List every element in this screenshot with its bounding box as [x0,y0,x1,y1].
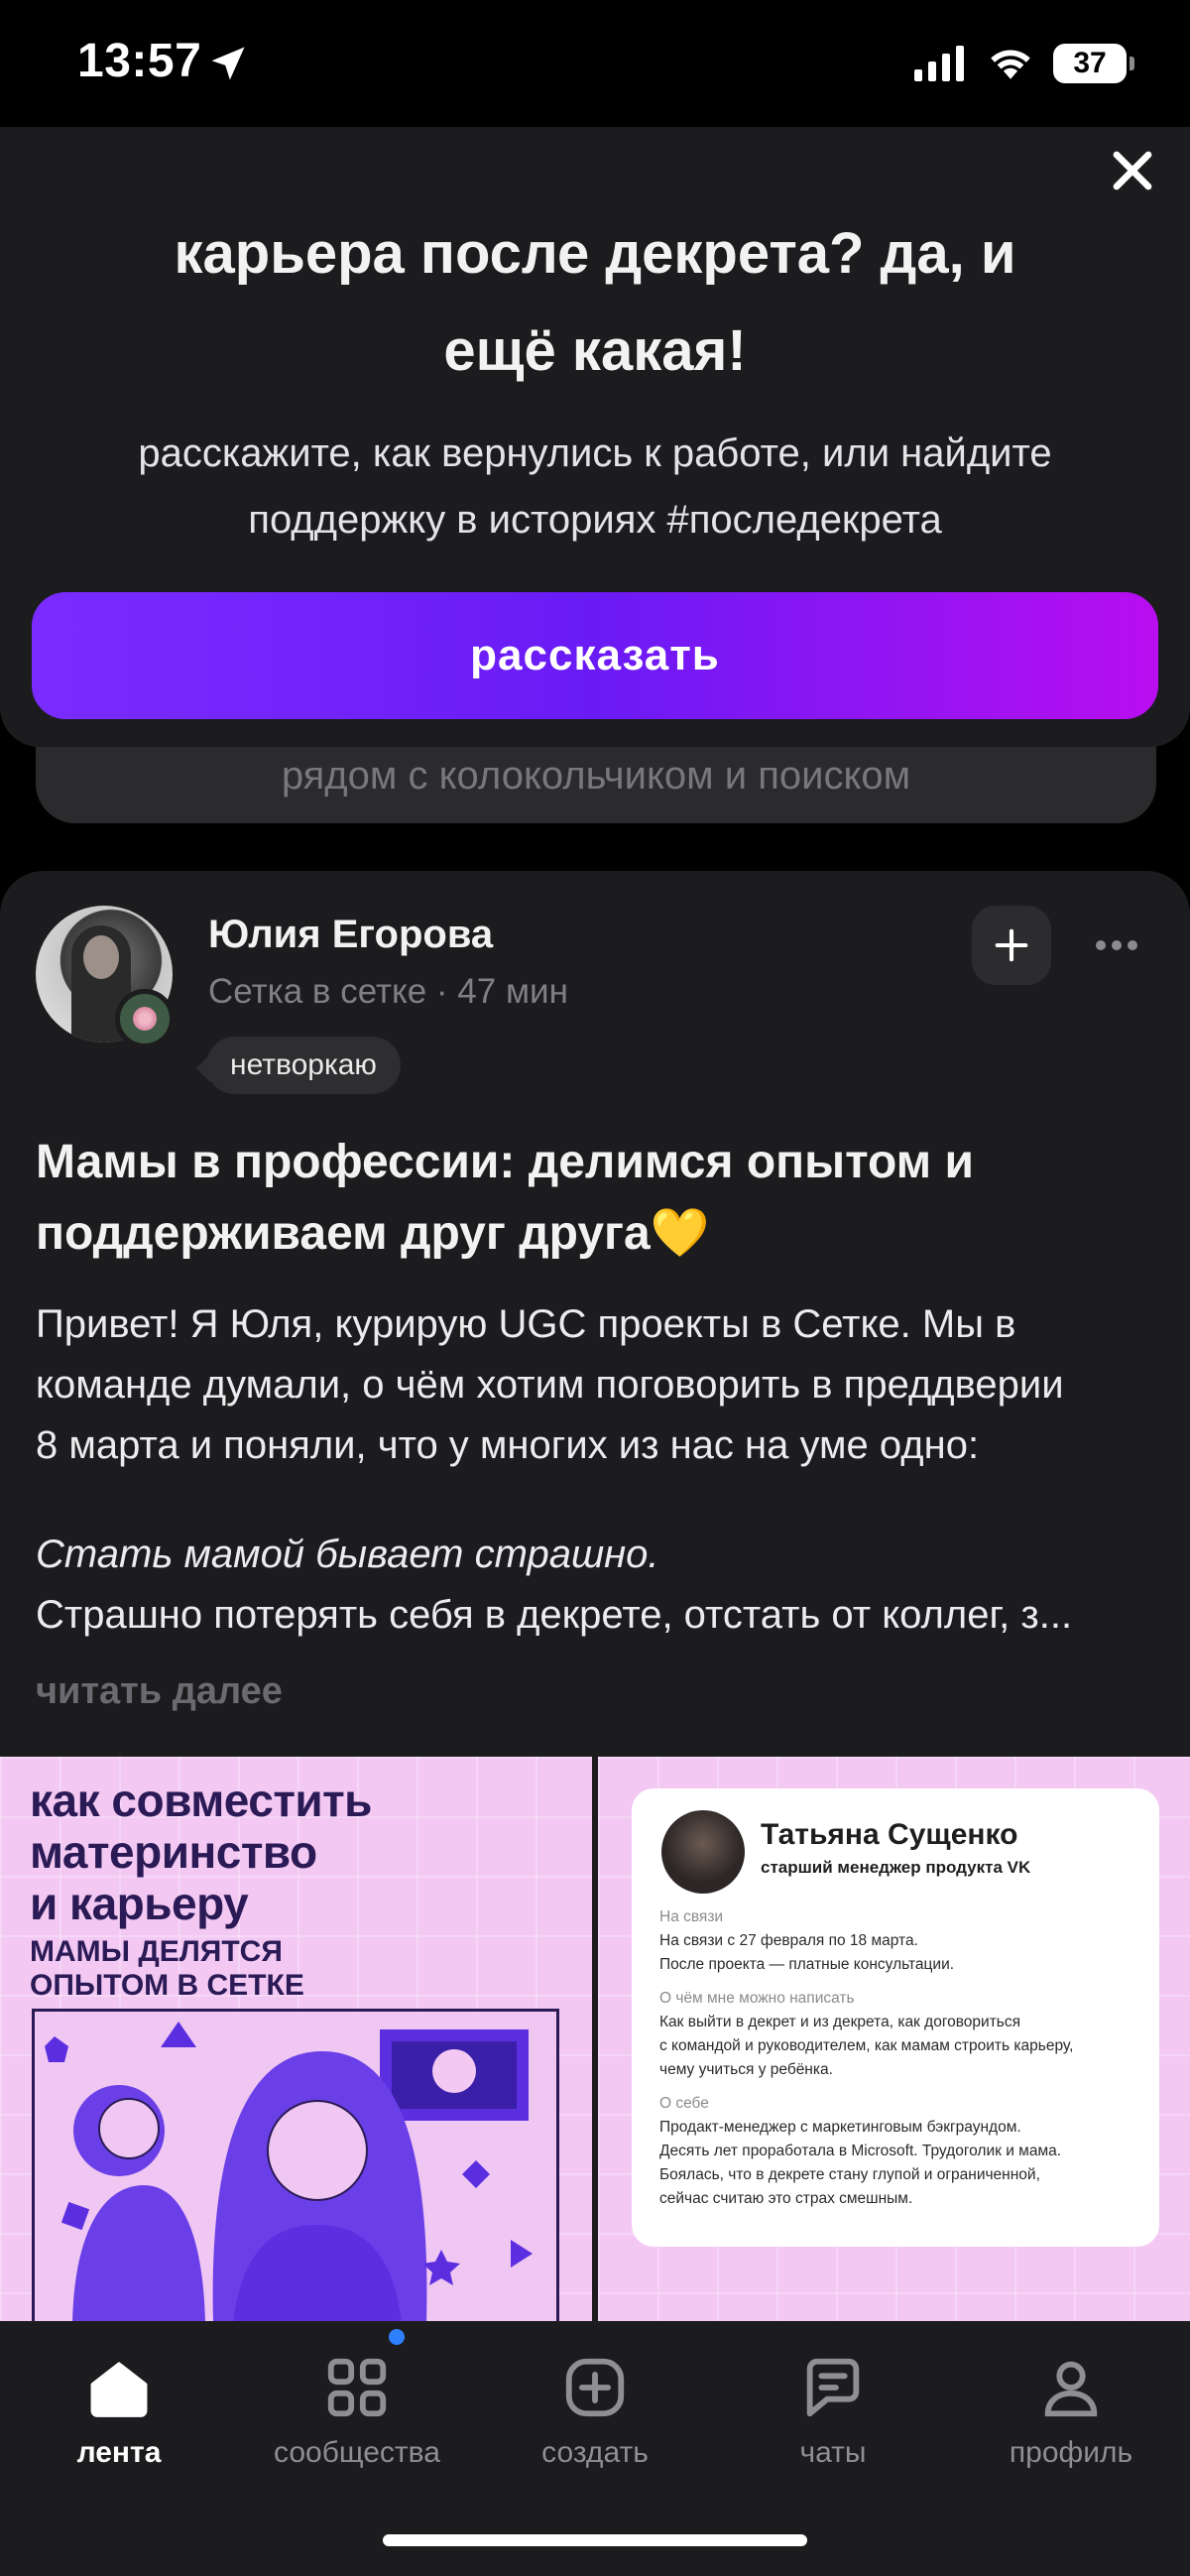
nav-item-label: создать [541,2436,649,2469]
status-tag: нетворкаю [206,1037,401,1094]
status-bar: 13:57 37 [0,0,1190,127]
tell-story-button[interactable]: рассказать [32,592,1158,719]
nav-item-label: профиль [1009,2436,1133,2469]
author-name[interactable]: Юлия Егорова [208,913,493,957]
battery-indicator: 37 [1053,44,1134,83]
profile-block-about: О себе Продакт-менеджер с маркетинговым … [659,2095,1062,2207]
post-image-cover[interactable]: как совместить материнство и карьеру МАМ… [0,1757,592,2382]
grid-icon [327,2358,387,2417]
banner-title: карьера после декрета? да, и ещё какая! [174,221,1016,383]
profile-block-contact: На связи На связи с 27 февраля по 18 мар… [659,1908,955,1973]
cover-heading: как совместить материнство и карьеру [30,1775,372,1929]
plus-square-icon [565,2358,625,2417]
promo-banner: карьера после декрета? да, и ещё какая! … [0,127,1190,747]
chat-icon [806,2358,860,2417]
post-meta: Сетка в сетке · 47 мин [208,972,568,1011]
more-options-icon[interactable] [1087,920,1146,970]
nav-item-label: сообщества [274,2436,440,2469]
nav-item-label: лента [76,2436,162,2469]
nav-item-profile[interactable]: профиль [952,2353,1190,2482]
follow-button[interactable] [972,906,1051,985]
profile-card: Татьяна Сущенко старший менеджер продукт… [632,1788,1159,2247]
nav-item-chats[interactable]: чаты [714,2353,952,2482]
community-badge-icon [115,989,175,1048]
wifi-icon [991,50,1030,79]
plus-icon [995,928,1028,962]
home-icon [90,2362,148,2417]
profile-block-topics: О чём мне можно написать Как выйти в дек… [659,1990,1074,2078]
post-body[interactable]: Привет! Я Юля, курирую UGC проекты в Сет… [36,1294,1166,1476]
banner-subtitle: расскажите, как вернулись к работе, или … [138,431,1052,542]
nav-item-feed[interactable]: лента [0,2353,238,2482]
read-more-link[interactable]: читать далее [36,1670,283,1713]
person-icon [1044,2361,1098,2417]
post-image-profile-card[interactable]: Татьяна Сущенко старший менеджер продукт… [598,1757,1190,2382]
cover-subheading: МАМЫ ДЕЛЯТСЯ ОПЫТОМ В СЕТКЕ [30,1935,304,2002]
location-arrow-icon [211,47,245,80]
profile-photo [661,1810,745,1894]
nav-item-communities[interactable]: сообщества [238,2353,476,2482]
home-indicator [383,2534,807,2546]
status-time: 13:57 [77,35,202,87]
profile-role: старший менеджер продукта VK [761,1858,1031,1877]
post-italic-line: Стать мамой бывает страшно. [36,1533,659,1576]
notification-dot [389,2329,405,2345]
feed-post: Юлия Егорова Сетка в сетке · 47 мин нетв… [0,871,1190,2382]
close-icon[interactable] [1109,147,1156,194]
post-title[interactable]: Мамы в профессии: делимся опытом и подде… [36,1127,1146,1270]
hint-card-text: рядом с колокольчиком и поиском [281,754,911,797]
nav-item-create[interactable]: создать [476,2353,714,2482]
nav-item-label: чаты [799,2436,867,2469]
profile-name: Татьяна Сущенко [761,1818,1018,1851]
post-truncated-line: Страшно потерять себя в декрете, отстать… [36,1593,1073,1637]
cover-illustration [32,2009,559,2326]
cellular-signal-icon [914,46,964,81]
